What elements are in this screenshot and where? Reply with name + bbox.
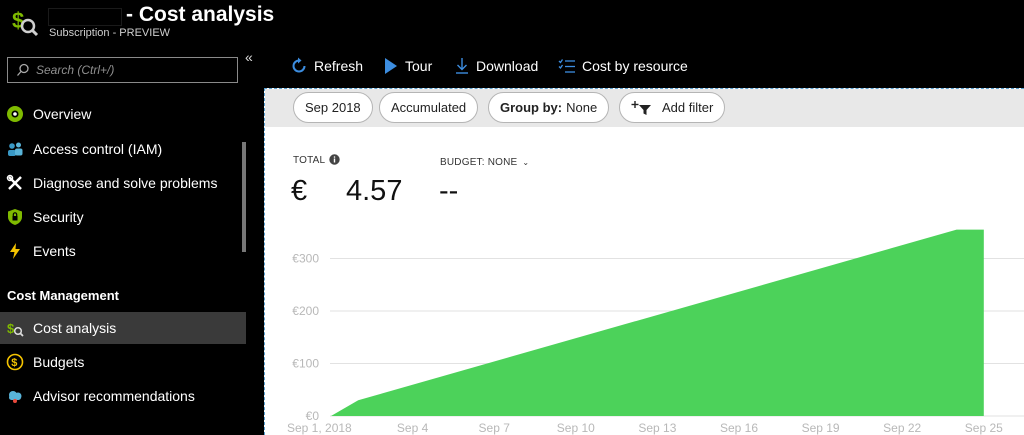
search-icon: [17, 63, 29, 76]
collapse-sidebar-button[interactable]: «: [245, 50, 259, 64]
group-by-label: Group by:: [500, 100, 563, 115]
cost-management-logo-icon: $: [12, 8, 39, 37]
view-mode-pill[interactable]: Accumulated: [379, 92, 479, 123]
budget-value: --: [439, 175, 459, 207]
sidebar-item-label: Cost analysis: [33, 320, 117, 336]
refresh-icon: [292, 57, 306, 73]
cost-analysis-content: Sep 2018 Accumulated Group by: None Add …: [264, 88, 1024, 435]
sidebar-item-diagnose[interactable]: Diagnose and solve problems: [0, 167, 246, 199]
play-icon: [385, 58, 397, 74]
download-icon: [456, 58, 468, 74]
x-tick-label: Sep 7: [479, 421, 511, 435]
sidebar-search[interactable]: [7, 57, 238, 83]
advisor-cloud-icon: [9, 391, 22, 403]
search-input[interactable]: [36, 61, 232, 79]
view-mode-label: Accumulated: [391, 100, 467, 115]
sidebar-item-budgets[interactable]: $ Budgets: [0, 346, 246, 378]
page-subtitle: Subscription - PREVIEW: [49, 27, 171, 39]
tour-button[interactable]: Tour: [383, 57, 432, 75]
total-label: TOTAL: [293, 155, 326, 166]
sidebar-item-advisor[interactable]: Advisor recommendations: [0, 380, 246, 412]
y-tick-label: €300: [292, 252, 319, 266]
x-tick-label: Sep 10: [557, 421, 595, 435]
sidebar-item-cost-analysis[interactable]: $ Cost analysis: [0, 312, 246, 344]
tour-label: Tour: [405, 58, 433, 74]
overview-icon: [7, 106, 23, 122]
y-axis-ticks: €300€200€100€0: [292, 252, 319, 424]
date-range-pill[interactable]: Sep 2018: [293, 92, 373, 123]
sidebar-item-overview[interactable]: Overview: [0, 98, 246, 130]
page-title: - Cost analysis: [126, 3, 275, 26]
cost-by-resource-button[interactable]: Cost by resource: [558, 57, 688, 75]
budget-icon: $: [6, 353, 24, 371]
x-tick-label: Sep 22: [883, 421, 921, 435]
x-tick-label: Sep 19: [802, 421, 840, 435]
sidebar-item-security[interactable]: Security: [0, 201, 246, 233]
svg-text:$: $: [7, 321, 15, 336]
sidebar-item-events[interactable]: Events: [0, 235, 246, 267]
group-by-value: None: [566, 100, 598, 115]
list-check-icon: [558, 59, 575, 73]
group-by-pill[interactable]: Group by: None: [488, 92, 610, 123]
add-filter-pill[interactable]: Add filter: [619, 92, 726, 123]
total-value: 4.57: [346, 175, 403, 207]
download-label: Download: [476, 58, 539, 74]
cost-area-series: [331, 229, 984, 416]
blade-header: $ - Cost analysis Subscription - PREVIEW: [0, 0, 1024, 44]
sidebar-item-label: Access control (IAM): [33, 141, 163, 157]
sidebar-item-access-control[interactable]: Access control (IAM): [0, 133, 246, 165]
wrench-icon: [6, 174, 22, 190]
section-title-cost-management: Cost Management: [7, 288, 119, 303]
sidebar-item-label: Events: [33, 243, 76, 259]
refresh-label: Refresh: [314, 58, 364, 74]
redacted-subscription-name: [48, 8, 122, 26]
cost-area[interactable]: [331, 229, 984, 416]
date-range-label: Sep 2018: [305, 100, 361, 115]
cost-by-resource-label: Cost by resource: [582, 58, 688, 74]
budget-dropdown[interactable]: BUDGET: NONE ⌄: [440, 157, 529, 168]
shield-icon: [8, 209, 22, 225]
x-tick-label: Sep 1, 2018: [287, 421, 352, 435]
cost-analysis-icon: $: [7, 321, 24, 337]
x-tick-label: Sep 13: [638, 421, 676, 435]
x-tick-label: Sep 25: [965, 421, 1003, 435]
budget-label: BUDGET: NONE: [440, 157, 518, 168]
sidebar-item-label: Budgets: [33, 354, 85, 370]
x-tick-label: Sep 4: [397, 421, 429, 435]
sidebar-item-label: Security: [33, 209, 84, 225]
add-filter-label: Add filter: [662, 100, 714, 115]
currency-symbol: €: [291, 175, 308, 207]
sidebar-item-label: Advisor recommendations: [33, 388, 195, 404]
info-icon[interactable]: [329, 154, 340, 165]
command-bar: Refresh Tour Download Cost by resource: [264, 44, 1024, 88]
refresh-button[interactable]: Refresh: [290, 57, 363, 75]
cost-area-chart: €300€200€100€0 Sep 1, 2018 Sep 4 Sep 7 Sep …: [287, 229, 1024, 435]
chevron-down-icon: ⌄: [522, 158, 530, 167]
y-tick-label: €200: [292, 304, 319, 318]
people-icon: [8, 142, 23, 156]
x-tick-label: Sep 16: [720, 421, 758, 435]
sidebar: Overview Access control (IAM) Diagnose a…: [0, 44, 246, 435]
sidebar-item-label: Diagnose and solve problems: [33, 175, 218, 191]
x-axis-ticks: Sep 1, 2018 Sep 4 Sep 7 Sep 10 Sep 13 Sep 16 S…: [287, 421, 1003, 435]
download-button[interactable]: Download: [454, 57, 538, 75]
add-filter-icon: [631, 100, 651, 115]
filter-bar: Sep 2018 Accumulated Group by: None Add …: [265, 89, 1024, 127]
sidebar-item-label: Overview: [33, 106, 92, 122]
y-tick-label: €100: [292, 357, 319, 371]
svg-text:$: $: [11, 357, 17, 369]
lightning-icon: [10, 243, 20, 259]
